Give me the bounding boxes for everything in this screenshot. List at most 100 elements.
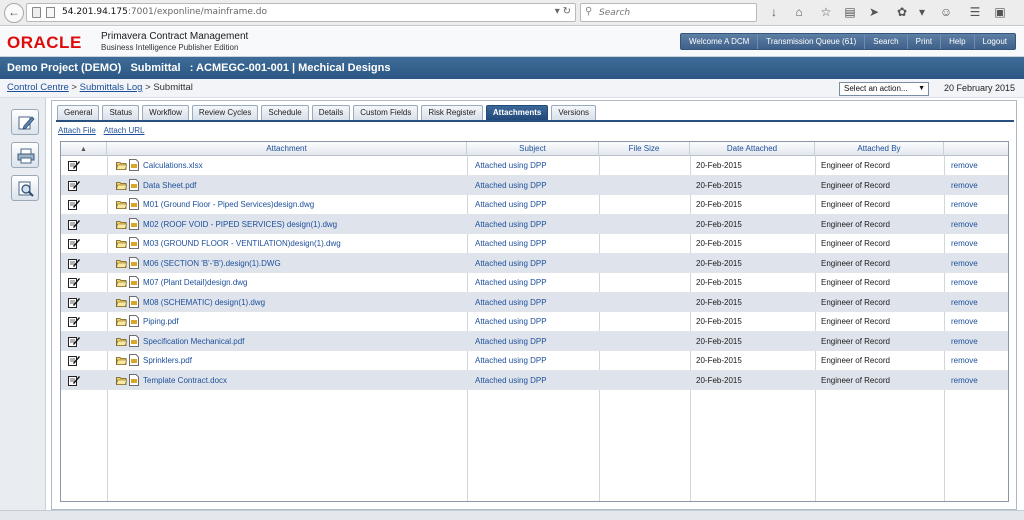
remove-link[interactable]: remove bbox=[951, 195, 1006, 214]
header-attachment[interactable]: Attachment bbox=[107, 142, 467, 156]
remove-link[interactable]: remove bbox=[951, 293, 1006, 312]
subject-link[interactable]: Attached using DPP bbox=[475, 254, 597, 273]
tab-status[interactable]: Status bbox=[102, 105, 140, 120]
folder-open-icon[interactable] bbox=[116, 258, 127, 269]
attachment-link[interactable]: Sprinklers.pdf bbox=[143, 351, 463, 370]
header-file-size[interactable]: File Size bbox=[599, 142, 690, 156]
remove-link[interactable]: remove bbox=[951, 312, 1006, 331]
reload-icon[interactable]: ↻ bbox=[563, 6, 571, 17]
attachment-link[interactable]: Calculations.xlsx bbox=[143, 156, 463, 175]
breadcrumb-control-centre[interactable]: Control Centre bbox=[7, 82, 69, 93]
edit-button[interactable] bbox=[11, 109, 39, 135]
subject-link[interactable]: Attached using DPP bbox=[475, 312, 597, 331]
remove-link[interactable]: remove bbox=[951, 371, 1006, 390]
tab-custom-fields[interactable]: Custom Fields bbox=[353, 105, 419, 120]
folder-open-icon[interactable] bbox=[116, 160, 127, 171]
edit-icon[interactable] bbox=[68, 355, 80, 366]
back-arrow-icon[interactable]: ← bbox=[4, 3, 24, 23]
attachment-link[interactable]: Specification Mechanical.pdf bbox=[143, 332, 463, 351]
tab-schedule[interactable]: Schedule bbox=[261, 105, 309, 120]
attachment-link[interactable]: Piping.pdf bbox=[143, 312, 463, 331]
edit-icon[interactable] bbox=[68, 258, 80, 269]
download-icon[interactable]: ↓ bbox=[766, 4, 782, 20]
emoji-icon[interactable]: ☺ bbox=[938, 4, 954, 20]
edit-icon[interactable] bbox=[68, 277, 80, 288]
header-subject[interactable]: Subject bbox=[467, 142, 599, 156]
folder-open-icon[interactable] bbox=[116, 355, 127, 366]
folder-open-icon[interactable] bbox=[116, 219, 127, 230]
folder-open-icon[interactable] bbox=[116, 316, 127, 327]
tab-risk-register[interactable]: Risk Register bbox=[421, 105, 483, 120]
folder-open-icon[interactable] bbox=[116, 238, 127, 249]
menu-icon[interactable]: ☰ bbox=[967, 4, 983, 20]
remove-link[interactable]: remove bbox=[951, 351, 1006, 370]
attach-file-link[interactable]: Attach File bbox=[58, 126, 96, 135]
attachment-link[interactable]: Data Sheet.pdf bbox=[143, 176, 463, 195]
bookmark-star-icon[interactable]: ☆ bbox=[818, 4, 834, 20]
folder-open-icon[interactable] bbox=[116, 180, 127, 191]
tab-versions[interactable]: Versions bbox=[551, 105, 597, 120]
chevron-down-icon[interactable]: ▾ bbox=[914, 4, 930, 20]
folder-open-icon[interactable] bbox=[116, 375, 127, 386]
tab-attachments[interactable]: Attachments bbox=[485, 105, 549, 120]
subject-link[interactable]: Attached using DPP bbox=[475, 215, 597, 234]
edit-icon[interactable] bbox=[68, 180, 80, 191]
attachment-link[interactable]: M08 (SCHEMATIC) design(1).dwg bbox=[143, 293, 463, 312]
print-button[interactable] bbox=[11, 142, 39, 168]
subject-link[interactable]: Attached using DPP bbox=[475, 156, 597, 175]
edit-icon[interactable] bbox=[68, 160, 80, 171]
edit-icon[interactable] bbox=[68, 316, 80, 327]
edit-icon[interactable] bbox=[68, 219, 80, 230]
help-link[interactable]: Help bbox=[940, 34, 973, 49]
subject-link[interactable]: Attached using DPP bbox=[475, 293, 597, 312]
subject-link[interactable]: Attached using DPP bbox=[475, 176, 597, 195]
attachment-link[interactable]: Template Contract.docx bbox=[143, 371, 463, 390]
folder-open-icon[interactable] bbox=[116, 277, 127, 288]
folder-open-icon[interactable] bbox=[116, 297, 127, 308]
url-controls[interactable]: ▾ ↻ bbox=[555, 6, 571, 17]
remove-link[interactable]: remove bbox=[951, 156, 1006, 175]
tab-workflow[interactable]: Workflow bbox=[142, 105, 189, 120]
sort-column-header[interactable]: ▲ bbox=[61, 142, 107, 156]
reading-list-icon[interactable]: ▤ bbox=[842, 4, 858, 20]
remove-link[interactable]: remove bbox=[951, 273, 1006, 292]
subject-link[interactable]: Attached using DPP bbox=[475, 332, 597, 351]
edit-icon[interactable] bbox=[68, 199, 80, 210]
tab-general[interactable]: General bbox=[57, 105, 100, 120]
header-attached-by[interactable]: Attached By bbox=[815, 142, 944, 156]
subject-link[interactable]: Attached using DPP bbox=[475, 351, 597, 370]
edit-icon[interactable] bbox=[68, 297, 80, 308]
preview-button[interactable] bbox=[11, 175, 39, 201]
remove-link[interactable]: remove bbox=[951, 176, 1006, 195]
folder-open-icon[interactable] bbox=[116, 336, 127, 347]
attachment-link[interactable]: M07 (Plant Detail)design.dwg bbox=[143, 273, 463, 292]
attachment-link[interactable]: M01 (Ground Floor - Piped Services)desig… bbox=[143, 195, 463, 214]
address-bar[interactable]: 54.201.94.175:7001/exponline/mainframe.d… bbox=[26, 3, 576, 22]
attachment-link[interactable]: M02 (ROOF VOID - PIPED SERVICES) design(… bbox=[143, 215, 463, 234]
transmission-queue-link[interactable]: Transmission Queue (61) bbox=[757, 34, 864, 49]
subject-link[interactable]: Attached using DPP bbox=[475, 273, 597, 292]
attachment-link[interactable]: M06 (SECTION 'B'-'B').design(1).DWG bbox=[143, 254, 463, 273]
remove-link[interactable]: remove bbox=[951, 254, 1006, 273]
attachment-link[interactable]: M03 (GROUND FLOOR - VENTILATION)design(1… bbox=[143, 234, 463, 253]
browser-search-box[interactable]: ⚲ bbox=[580, 3, 757, 22]
dropdown-icon[interactable]: ▾ bbox=[555, 6, 560, 17]
url-text[interactable]: 54.201.94.175:7001/exponline/mainframe.d… bbox=[62, 7, 267, 17]
addon-icon[interactable]: ✿ bbox=[894, 4, 910, 20]
logout-link[interactable]: Logout bbox=[973, 34, 1015, 49]
tab-review-cycles[interactable]: Review Cycles bbox=[191, 105, 259, 120]
send-icon[interactable]: ➤ bbox=[866, 4, 882, 20]
action-select[interactable]: Select an action... ▼ bbox=[839, 82, 929, 96]
remove-link[interactable]: remove bbox=[951, 332, 1006, 351]
edit-icon[interactable] bbox=[68, 238, 80, 249]
search-link[interactable]: Search bbox=[864, 34, 906, 49]
subject-link[interactable]: Attached using DPP bbox=[475, 195, 597, 214]
window-icon[interactable]: ▣ bbox=[992, 4, 1008, 20]
edit-icon[interactable] bbox=[68, 375, 80, 386]
browser-search-input[interactable] bbox=[599, 6, 749, 19]
remove-link[interactable]: remove bbox=[951, 215, 1006, 234]
folder-open-icon[interactable] bbox=[116, 199, 127, 210]
print-link[interactable]: Print bbox=[906, 34, 940, 49]
edit-icon[interactable] bbox=[68, 336, 80, 347]
tab-details[interactable]: Details bbox=[311, 105, 351, 120]
